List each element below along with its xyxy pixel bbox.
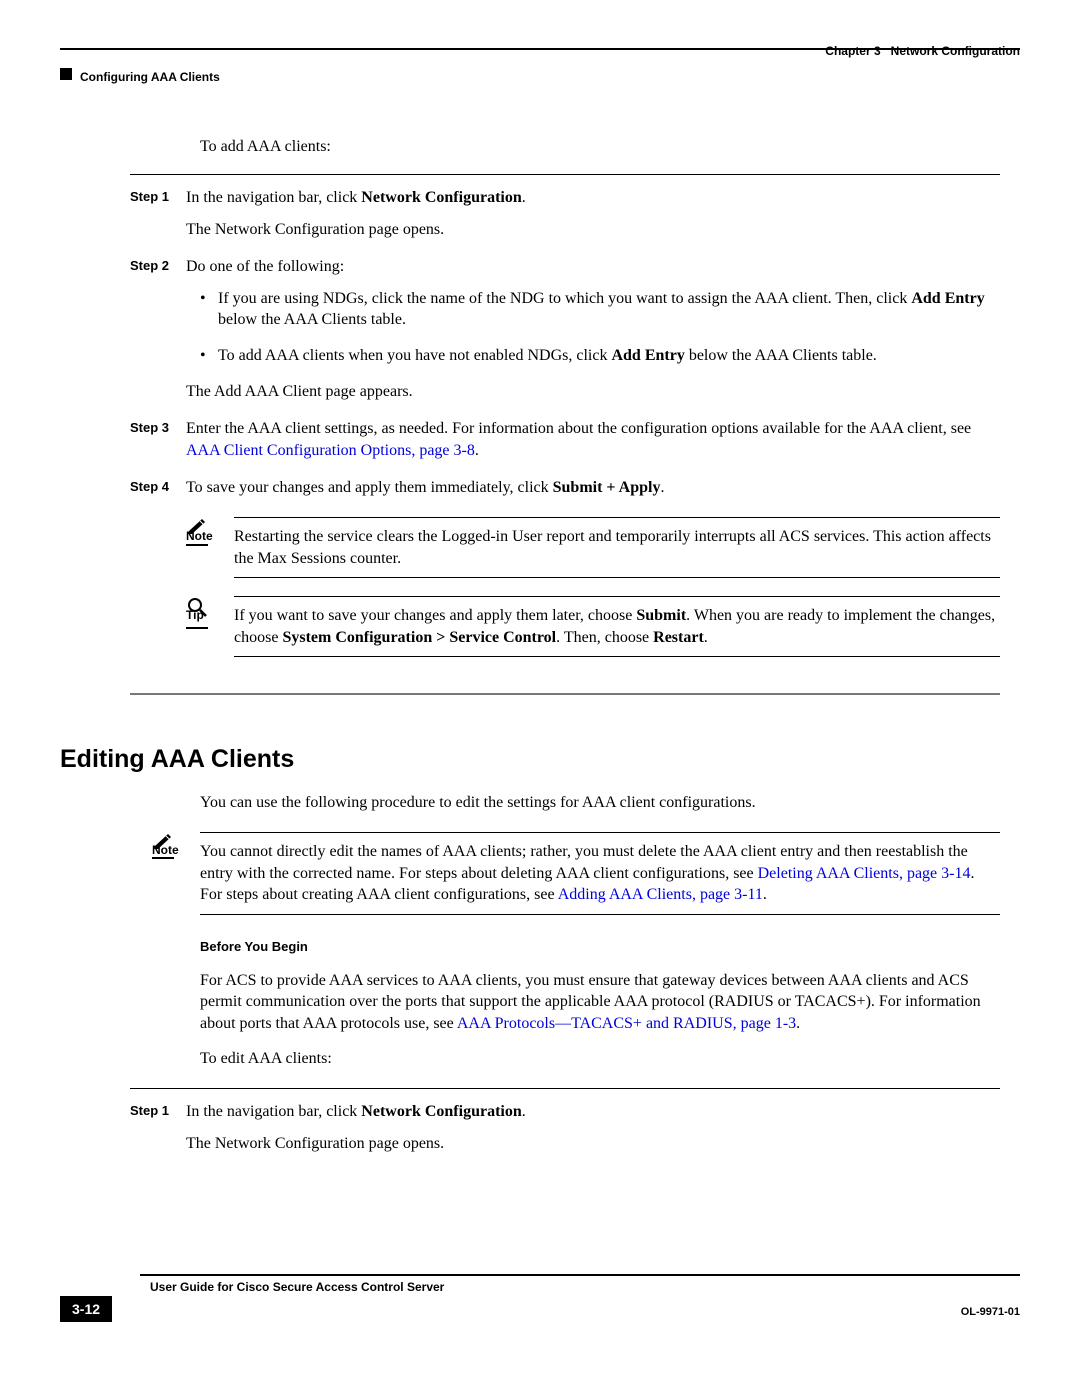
intro-text: To add AAA clients:: [200, 138, 1000, 156]
chapter-label: Chapter 3: [825, 44, 880, 58]
before-text: For ACS to provide AAA services to AAA c…: [200, 970, 1000, 1035]
section-intro: You can use the following procedure to e…: [200, 792, 1000, 814]
link-config-options[interactable]: AAA Client Configuration Options, page 3…: [186, 442, 475, 459]
step-3: Step 3 Enter the AAA client settings, as…: [200, 418, 1000, 471]
before-you-begin-heading: Before You Begin: [200, 939, 1000, 954]
link-deleting[interactable]: Deleting AAA Clients, page 3-14: [758, 865, 971, 882]
section-title: Configuring AAA Clients: [80, 70, 220, 84]
doc-id: OL-9971-01: [961, 1306, 1020, 1318]
tip-callout: Tip If you want to save your changes and…: [186, 596, 1000, 657]
link-adding[interactable]: Adding AAA Clients, page 3-11: [558, 886, 763, 903]
step-1: Step 1 In the navigation bar, click Netw…: [200, 187, 1000, 250]
page-header: Chapter 3 Network Configuration Configur…: [60, 48, 1020, 78]
list-item: To add AAA clients when you have not ena…: [200, 345, 1000, 367]
intro2: To edit AAA clients:: [200, 1048, 1000, 1070]
section2-step-1: Step 1 In the navigation bar, click Netw…: [200, 1101, 1000, 1164]
list-item: If you are using NDGs, click the name of…: [200, 288, 1000, 331]
page-number: 3-12: [60, 1296, 112, 1322]
chapter-title: Network Configuration: [891, 44, 1020, 58]
step-4: Step 4 To save your changes and apply th…: [200, 477, 1000, 665]
step-2: Step 2 Do one of the following: If you a…: [200, 256, 1000, 412]
link-protocols[interactable]: AAA Protocols—TACACS+ and RADIUS, page 1…: [457, 1015, 796, 1032]
note-callout: Note Restarting the service clears the L…: [186, 517, 1000, 578]
section-heading: Editing AAA Clients: [60, 745, 1000, 774]
corner-marker: [60, 68, 72, 80]
guide-title: User Guide for Cisco Secure Access Contr…: [150, 1280, 1020, 1294]
page-footer: User Guide for Cisco Secure Access Contr…: [60, 1274, 1020, 1334]
note-callout-2: Note You cannot directly edit the names …: [152, 832, 1000, 915]
section-divider: [130, 693, 1000, 695]
